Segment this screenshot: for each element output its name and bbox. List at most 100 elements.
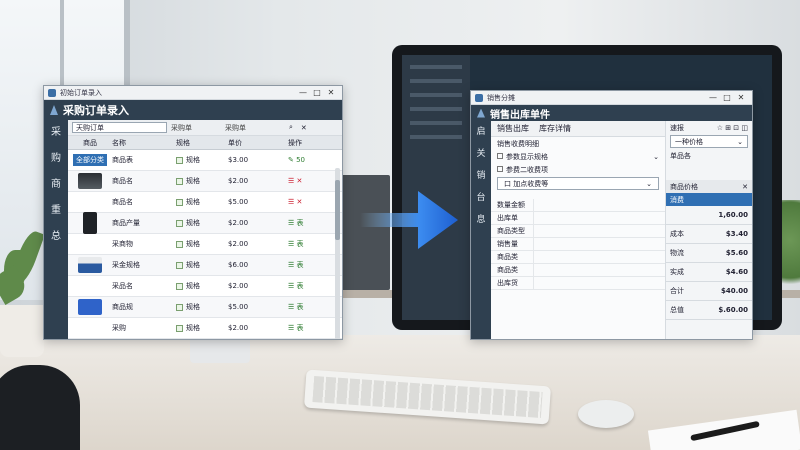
checkbox[interactable]: [176, 177, 183, 185]
chevron-down-icon[interactable]: ⌄: [646, 180, 652, 188]
close-button[interactable]: ✕: [734, 93, 748, 102]
action-cell[interactable]: ✎ 50: [288, 156, 318, 164]
minimize-button[interactable]: —: [296, 88, 310, 97]
filter-label[interactable]: 采购单: [171, 123, 221, 133]
product-name: 商品表: [112, 156, 133, 164]
nav-item[interactable]: 销: [471, 165, 491, 187]
chevron-down-icon[interactable]: ⌄: [653, 153, 659, 161]
tab-sales-outbound[interactable]: 销售出库: [497, 123, 529, 134]
action-cell[interactable]: ☰ 表: [288, 218, 318, 228]
form-field[interactable]: 数量金额: [491, 199, 665, 212]
option-row[interactable]: 参费二收费项: [491, 163, 665, 176]
nav-item[interactable]: 息: [471, 209, 491, 231]
dropdown[interactable]: 一种价格 ⌄: [670, 135, 748, 148]
table-row[interactable]: 商品名 规格 $5.00 ☰ ✕: [68, 192, 342, 213]
checkbox[interactable]: [176, 198, 183, 206]
app-icon: [48, 88, 56, 97]
column-header[interactable]: 操作: [288, 138, 318, 148]
table-row[interactable]: 商品规 规格 $5.00 ☰ 表: [68, 297, 342, 318]
table-row[interactable]: 采商物 规格 $2.00 ☰ 表: [68, 234, 342, 255]
action-cell[interactable]: ☰ 表: [288, 260, 318, 270]
table-row[interactable]: 商品名 规格 $2.00 ☰ ✕: [68, 171, 342, 192]
maximize-button[interactable]: □: [310, 88, 324, 97]
panel-item[interactable]: 单品各: [666, 149, 752, 162]
form-field[interactable]: 销售量: [491, 238, 665, 251]
table-row[interactable]: 商品产量 规格 $2.00 ☰ 表: [68, 212, 342, 234]
nav-item[interactable]: 启: [471, 121, 491, 143]
field-value[interactable]: [533, 238, 665, 250]
product-thumbnail: [68, 255, 112, 275]
side-nav: 采 购 商 重 总: [44, 120, 68, 339]
table-row[interactable]: 全部分类 商品表 规格 $3.00 ✎ 50: [68, 150, 342, 171]
table-body: 全部分类 商品表 规格 $3.00 ✎ 50 商品名 规格 $2.00 ☰ ✕ …: [68, 150, 342, 339]
checkbox[interactable]: [176, 303, 183, 311]
price-cell: $3.00: [228, 156, 249, 164]
nav-item[interactable]: 重: [44, 198, 68, 224]
price-cell: $5.00: [228, 198, 249, 206]
search-input[interactable]: 天购订单: [72, 122, 167, 133]
field-value[interactable]: [533, 251, 665, 263]
close-button[interactable]: ✕: [324, 88, 338, 97]
checkbox[interactable]: [176, 261, 183, 269]
total-label: 总值: [670, 306, 684, 314]
nav-item[interactable]: 商: [44, 172, 68, 198]
selected-option[interactable]: 消费: [666, 193, 752, 206]
action-cell[interactable]: ☰ ✕: [288, 177, 318, 185]
tab-stock-detail[interactable]: 库存详情: [539, 123, 571, 134]
action-cell[interactable]: ☰ 表: [288, 323, 318, 333]
field-value[interactable]: [533, 264, 665, 276]
filter-label[interactable]: 采购单: [225, 123, 275, 133]
form-field[interactable]: 出库单: [491, 212, 665, 225]
column-header[interactable]: 规格: [176, 138, 228, 148]
spec-label: 规格: [186, 261, 200, 269]
form-field[interactable]: 商品类: [491, 264, 665, 277]
field-value[interactable]: [533, 277, 665, 289]
panel-tool-icons[interactable]: ☆ ⊞ ⊡ ◫: [717, 124, 748, 132]
column-header[interactable]: 商品: [68, 136, 112, 149]
minimize-button[interactable]: —: [706, 93, 720, 102]
panel-toolbar: 速报 ☆ ⊞ ⊡ ◫: [666, 121, 752, 134]
dropdown[interactable]: 口 加点收费等 ⌄: [497, 177, 659, 190]
checkbox[interactable]: [497, 152, 503, 159]
checkbox[interactable]: [497, 165, 503, 172]
sidebar-line: [410, 65, 462, 69]
option-row[interactable]: 参数显示规格 ⌄: [491, 150, 665, 163]
field-label: 销售量: [497, 240, 518, 248]
nav-item[interactable]: 总: [44, 224, 68, 250]
spec-cell: 规格: [176, 197, 228, 207]
table-row[interactable]: 采购 规格 $2.00 ☰ 表: [68, 318, 342, 339]
nav-item[interactable]: 采: [44, 120, 68, 146]
field-value[interactable]: [533, 212, 665, 224]
table-row[interactable]: 采品名 规格 $2.00 ☰ 表: [68, 276, 342, 297]
search-icon[interactable]: ⌕: [289, 123, 293, 132]
close-icon[interactable]: ✕: [301, 124, 307, 132]
checkbox[interactable]: [176, 240, 183, 248]
action-cell[interactable]: ☰ 表: [288, 302, 318, 312]
product-name: 采品名: [112, 282, 133, 290]
column-header[interactable]: 名称: [112, 138, 176, 148]
field-value[interactable]: [533, 199, 665, 211]
category-badge[interactable]: 全部分类: [73, 154, 107, 166]
product-name: 采商物: [112, 240, 133, 248]
scrollbar-thumb[interactable]: [335, 180, 340, 240]
form-field[interactable]: 出库货: [491, 277, 665, 290]
checkbox[interactable]: [176, 324, 183, 332]
form-field[interactable]: 商品类: [491, 251, 665, 264]
checkbox[interactable]: [176, 219, 183, 227]
checkbox[interactable]: [176, 156, 183, 164]
action-cell[interactable]: ☰ 表: [288, 239, 318, 249]
chevron-down-icon[interactable]: ⌄: [737, 138, 743, 146]
column-header[interactable]: 单价: [228, 138, 288, 148]
nav-item[interactable]: 关: [471, 143, 491, 165]
form-field[interactable]: 商品类型: [491, 225, 665, 238]
product-name: 商品名: [112, 198, 133, 206]
maximize-button[interactable]: □: [720, 93, 734, 102]
action-cell[interactable]: ☰ ✕: [288, 198, 318, 206]
action-cell[interactable]: ☰ 表: [288, 281, 318, 291]
nav-item[interactable]: 购: [44, 146, 68, 172]
table-row[interactable]: 采金规格 规格 $6.00 ☰ 表: [68, 255, 342, 276]
close-icon[interactable]: ✕: [742, 183, 748, 191]
checkbox[interactable]: [176, 282, 183, 290]
nav-item[interactable]: 台: [471, 187, 491, 209]
field-value[interactable]: [533, 225, 665, 237]
